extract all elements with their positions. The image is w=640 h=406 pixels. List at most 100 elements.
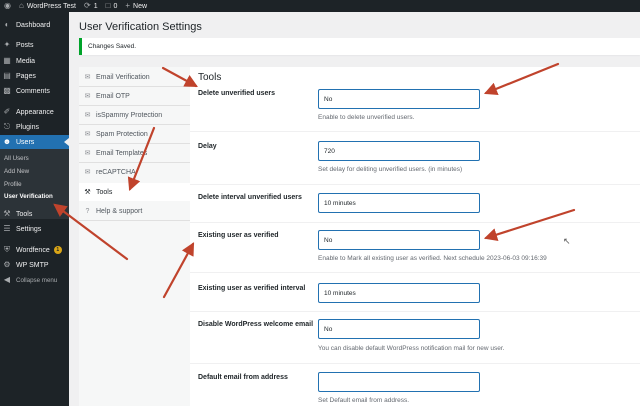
row-divider (190, 311, 640, 312)
shield-icon: ⛨ (4, 245, 10, 254)
sidebar-item-wordfence[interactable]: ⛨ Wordfence 1 (0, 243, 69, 257)
row-divider (190, 131, 640, 132)
success-notice: Changes Saved. (79, 38, 640, 55)
wordpress-logo-icon: ◉ (4, 1, 11, 10)
admin-sidebar: ◐ Dashboard ✦ Posts ▦ Media ▤ Pages ▩ Co… (0, 12, 69, 406)
tab-divider (79, 220, 190, 221)
default-email-from-input[interactable] (318, 372, 480, 392)
tab-isspammy-protection[interactable]: ✉ isSpammy Protection (79, 106, 190, 124)
site-name-link[interactable]: ⌂ WordPress Test (15, 0, 80, 12)
updates-link[interactable]: ⟳ 1 (80, 0, 102, 12)
tab-help-support[interactable]: ? Help & support (79, 202, 190, 220)
existing-user-verified-description: Enable to Mark all existing user as veri… (318, 255, 547, 262)
tab-label: Email OTP (96, 92, 130, 100)
disable-welcome-email-select[interactable]: No (318, 319, 480, 339)
envelope-icon: ✉ (84, 74, 91, 81)
tab-label: Tools (96, 188, 113, 196)
sidebar-item-label: Pages (16, 72, 36, 80)
select-value: 10 minutes (324, 289, 356, 297)
default-email-from-label: Default email from address (198, 374, 288, 381)
page-icon: ▤ (3, 71, 11, 80)
collapse-icon: ◀ (3, 275, 11, 284)
new-label: New (133, 2, 148, 10)
wordpress-logo-button[interactable]: ◉ (0, 0, 15, 12)
sidebar-item-label: Tools (16, 210, 33, 218)
envelope-icon: ✉ (84, 93, 91, 100)
row-divider (190, 184, 640, 185)
submenu-item-user-verification[interactable]: User Verification (4, 193, 53, 200)
new-content-link[interactable]: + New (121, 0, 151, 12)
sidebar-item-dashboard[interactable]: ◐ Dashboard (0, 18, 69, 32)
sidebar-item-label: Settings (16, 225, 42, 233)
wrench-icon: ⚒ (3, 209, 11, 218)
tab-email-verification[interactable]: ✉ Email Verification (79, 68, 190, 86)
input-value: 720 (324, 147, 335, 155)
envelope-icon: ✉ (84, 169, 91, 176)
delay-input[interactable]: 720 (318, 141, 480, 161)
comments-link[interactable]: □ 0 (102, 0, 122, 12)
sidebar-item-settings[interactable]: ☰ Settings (0, 222, 69, 236)
sidebar-item-pages[interactable]: ▤ Pages (0, 69, 69, 83)
sidebar-item-tools[interactable]: ⚒ Tools (0, 207, 69, 221)
delete-interval-label: Delete interval unverified users (198, 194, 302, 201)
tools-panel: Tools Delete unverified users No Enable … (190, 67, 640, 406)
envelope-icon: ✉ (84, 150, 91, 157)
plus-icon: + (125, 1, 131, 10)
tab-recaptcha[interactable]: ✉ reCAPTCHA (79, 163, 190, 181)
submenu-item-all-users[interactable]: All Users (4, 155, 29, 162)
delete-interval-select[interactable]: 10 minutes (318, 193, 480, 213)
submenu-item-profile[interactable]: Profile (4, 181, 22, 188)
comment-icon: ▩ (3, 86, 11, 95)
tab-spam-protection[interactable]: ✉ Spam Protection (79, 125, 190, 143)
existing-user-verified-select[interactable]: No (318, 230, 480, 250)
tab-label: isSpammy Protection (96, 111, 163, 119)
refresh-icon: ⟳ (83, 1, 91, 10)
sidebar-item-wp-smtp[interactable]: ⚙ WP SMTP (0, 258, 69, 272)
row-divider (190, 363, 640, 364)
default-email-from-description: Set Default email from address. (318, 397, 410, 404)
mouse-cursor-icon: ↖ (563, 236, 571, 246)
help-icon: ? (85, 207, 90, 215)
tab-label: reCAPTCHA (96, 168, 136, 176)
sidebar-item-posts[interactable]: ✦ Posts (0, 38, 69, 52)
pin-icon: ✦ (3, 40, 11, 49)
updates-count: 1 (93, 2, 98, 10)
sidebar-item-label: Wordfence (16, 246, 50, 254)
sidebar-item-comments[interactable]: ▩ Comments (0, 84, 69, 98)
sidebar-item-media[interactable]: ▦ Media (0, 54, 69, 68)
existing-user-interval-select[interactable]: 10 minutes (318, 283, 480, 303)
row-divider (190, 272, 640, 273)
select-value: 10 minutes (324, 199, 356, 207)
tools-icon: ⚒ (84, 189, 91, 196)
comments-count: 0 (113, 2, 118, 10)
envelope-icon: ✉ (84, 131, 91, 138)
existing-user-interval-label: Existing user as verified interval (198, 285, 306, 292)
submenu-item-add-new[interactable]: Add New (4, 168, 29, 175)
sidebar-item-label: Users (16, 138, 35, 146)
admin-bar: ◉ ⌂ WordPress Test ⟳ 1 □ 0 + New (0, 0, 640, 12)
dashboard-icon: ◐ (4, 20, 10, 29)
sidebar-item-users[interactable]: ☻ Users (0, 135, 69, 149)
tab-label: Help & support (96, 207, 143, 215)
row-divider (190, 222, 640, 223)
sidebar-item-label: Media (16, 57, 36, 65)
tab-tools[interactable]: ⚒ Tools (79, 183, 190, 201)
disable-welcome-email-description: You can disable default WordPress notifi… (318, 345, 505, 352)
collapse-menu-button[interactable]: ◀ Collapse menu (0, 273, 69, 287)
envelope-icon: ✉ (84, 112, 91, 119)
tab-label: Email Templates (96, 149, 148, 157)
tab-email-templates[interactable]: ✉ Email Templates (79, 144, 190, 162)
home-icon: ⌂ (18, 1, 24, 10)
sidebar-item-label: Appearance (16, 108, 54, 116)
tab-email-otp[interactable]: ✉ Email OTP (79, 87, 190, 105)
sidebar-item-appearance[interactable]: ✐ Appearance (0, 105, 69, 119)
tab-label: Email Verification (96, 73, 150, 81)
sidebar-item-plugins[interactable]: ⎋ Plugins (0, 120, 69, 134)
delete-unverified-users-select[interactable]: No (318, 89, 480, 109)
select-value: No (324, 95, 333, 103)
sidebar-item-label: Plugins (16, 123, 39, 131)
delete-unverified-users-label: Delete unverified users (198, 90, 276, 97)
section-title: Tools (198, 72, 222, 83)
collapse-menu-label: Collapse menu (16, 276, 58, 284)
select-value: No (324, 236, 333, 244)
